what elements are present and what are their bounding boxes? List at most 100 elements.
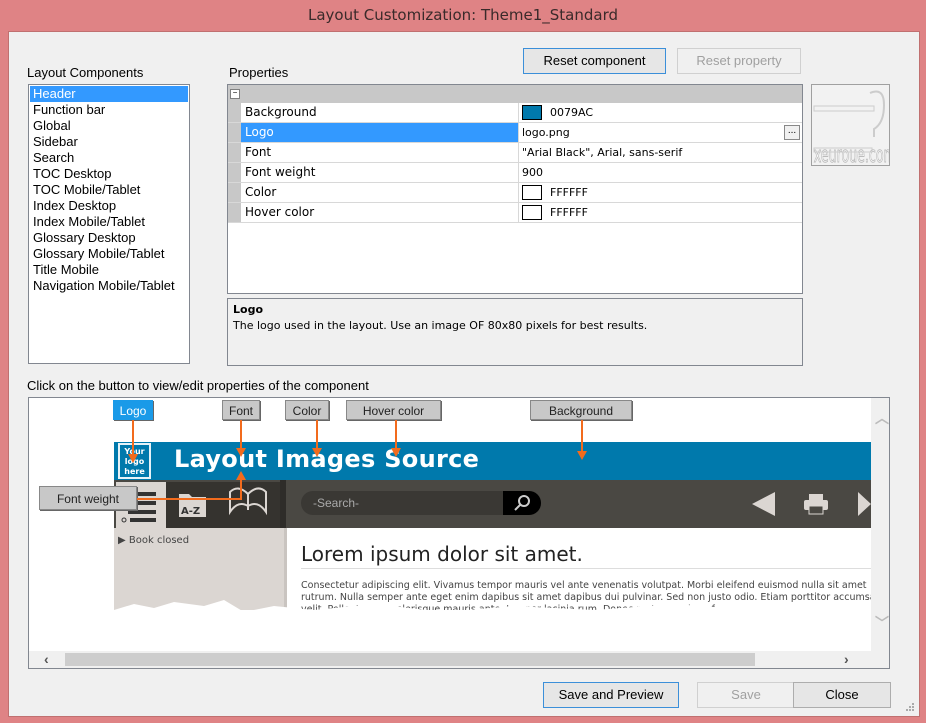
property-row[interactable]: Hover color FFFFFF: [228, 203, 802, 223]
font-weight-connector-v: [240, 480, 242, 500]
component-list-item[interactable]: Global: [30, 118, 188, 134]
component-list-item[interactable]: Header: [30, 86, 188, 102]
component-list-item[interactable]: Function bar: [30, 102, 188, 118]
scroll-right-icon[interactable]: ›: [844, 651, 849, 667]
property-row[interactable]: Logo logo.png...: [228, 123, 802, 143]
folder-az-icon: A-Z: [179, 494, 206, 517]
close-button[interactable]: Close: [793, 682, 891, 708]
search-icon: [514, 495, 530, 511]
font-arrow-icon: [236, 448, 246, 457]
component-list-item[interactable]: Search: [30, 150, 188, 166]
component-list-item[interactable]: Glossary Desktop: [30, 230, 188, 246]
hover-color-arrow-icon: [391, 448, 401, 457]
row-gutter: [228, 203, 241, 222]
component-list-item[interactable]: Index Mobile/Tablet: [30, 214, 188, 230]
property-name[interactable]: Hover color: [241, 203, 519, 222]
preview-glossary-tab[interactable]: [218, 482, 280, 528]
logo-thumbnail: xeuroue.com?: [811, 84, 890, 166]
book-closed-item[interactable]: ▶ Book closed: [118, 535, 189, 546]
reset-property-button[interactable]: Reset property: [677, 48, 801, 74]
property-grid: − Background 0079AC Logo logo.png... Font "Ar…: [227, 84, 803, 294]
horizontal-scroll-thumb[interactable]: [65, 653, 755, 666]
browse-button[interactable]: ...: [784, 125, 800, 140]
property-value-text: FFFFFF: [550, 186, 588, 199]
property-name[interactable]: Logo: [241, 123, 519, 142]
content-heading: Lorem ipsum dolor sit amet.: [301, 542, 871, 569]
book-icon: [229, 487, 267, 516]
property-value[interactable]: FFFFFF: [519, 183, 802, 202]
logo-connector: [132, 420, 134, 457]
description-title: Logo: [233, 303, 263, 316]
property-value[interactable]: "Arial Black", Arial, sans-serif: [519, 143, 802, 162]
property-value[interactable]: logo.png: [519, 123, 802, 142]
search-placeholder: -Search-: [313, 496, 360, 510]
background-component-button[interactable]: Background: [530, 400, 632, 420]
resize-grip-icon[interactable]: [905, 702, 915, 712]
color-arrow-icon: [312, 448, 322, 457]
print-icon[interactable]: [801, 492, 831, 516]
property-name[interactable]: Font weight: [241, 163, 519, 182]
property-row[interactable]: Background 0079AC: [228, 103, 802, 123]
az-label: A-Z: [181, 506, 200, 517]
sidebar-text: Book closed: [128, 535, 190, 546]
grid-category-header: −: [228, 85, 802, 103]
component-list-item[interactable]: Sidebar: [30, 134, 188, 150]
vertical-scrollbar[interactable]: ︿ ﹀: [871, 398, 889, 651]
preview-search-input[interactable]: -Search-: [301, 491, 541, 515]
save-and-preview-button[interactable]: Save and Preview: [543, 682, 679, 708]
property-row[interactable]: Font "Arial Black", Arial, sans-serif: [228, 143, 802, 163]
property-value[interactable]: 900: [519, 163, 802, 182]
dialog-client: Reset component Reset property Layout Co…: [8, 31, 920, 717]
description-text: The logo used in the layout. Use an imag…: [233, 319, 648, 332]
color-swatch[interactable]: [522, 105, 542, 120]
component-list-item[interactable]: Glossary Mobile/Tablet: [30, 246, 188, 262]
font-component-button[interactable]: Font: [222, 400, 260, 420]
property-value-text: "Arial Black", Arial, sans-serif: [522, 146, 683, 159]
scroll-up-icon[interactable]: ︿: [875, 408, 889, 428]
component-list-item[interactable]: Title Mobile: [30, 262, 188, 278]
property-name[interactable]: Color: [241, 183, 519, 202]
property-value-text: 900: [522, 166, 543, 179]
scroll-left-icon[interactable]: ‹: [44, 651, 49, 667]
color-component-button[interactable]: Color: [285, 400, 329, 420]
layout-components-list[interactable]: Header Function bar Global Sidebar Search TOC…: [28, 84, 190, 364]
row-gutter: [228, 123, 241, 142]
scroll-down-icon[interactable]: ﹀: [875, 613, 889, 633]
collapse-icon[interactable]: −: [230, 89, 240, 99]
hover-color-connector: [395, 420, 397, 450]
property-name[interactable]: Font: [241, 143, 519, 162]
preview-index-tab[interactable]: A-Z: [166, 482, 218, 528]
preview-header-title: Layout Images Source: [174, 445, 480, 473]
component-list-item[interactable]: TOC Desktop: [30, 166, 188, 182]
property-value[interactable]: FFFFFF: [519, 203, 802, 222]
search-button[interactable]: [503, 491, 541, 515]
save-button[interactable]: Save: [697, 682, 795, 708]
color-swatch[interactable]: [522, 205, 542, 220]
component-list-item[interactable]: Index Desktop: [30, 198, 188, 214]
window-title: Layout Customization: Theme1_Standard: [307, 6, 619, 24]
font-weight-component-button[interactable]: Font weight: [39, 486, 137, 510]
properties-label: Properties: [229, 65, 289, 80]
font-connector: [240, 420, 242, 450]
logo-component-button[interactable]: Logo: [113, 400, 153, 420]
next-topic-icon[interactable]: [855, 490, 871, 518]
property-value-text: logo.png: [522, 126, 570, 139]
background-connector: [581, 420, 583, 453]
hover-color-component-button[interactable]: Hover color: [346, 400, 441, 420]
component-list-item[interactable]: Navigation Mobile/Tablet: [30, 278, 188, 294]
property-name[interactable]: Background: [241, 103, 519, 122]
property-row[interactable]: Color FFFFFF: [228, 183, 802, 203]
row-gutter: [228, 163, 241, 182]
property-value[interactable]: 0079AC: [519, 103, 802, 122]
font-weight-connector-h: [137, 498, 242, 500]
horizontal-scrollbar[interactable]: ‹ ›: [29, 651, 889, 668]
component-list-item[interactable]: TOC Mobile/Tablet: [30, 182, 188, 198]
property-value-text: FFFFFF: [550, 206, 588, 219]
dialog-window: Layout Customization: Theme1_Standard Re…: [0, 0, 926, 723]
reset-component-button[interactable]: Reset component: [523, 48, 666, 74]
property-row[interactable]: Font weight 900: [228, 163, 802, 183]
previous-topic-icon[interactable]: [749, 490, 779, 518]
preview-instruction: Click on the button to view/edit propert…: [27, 378, 369, 393]
color-swatch[interactable]: [522, 185, 542, 200]
background-arrow-icon: [577, 451, 587, 460]
